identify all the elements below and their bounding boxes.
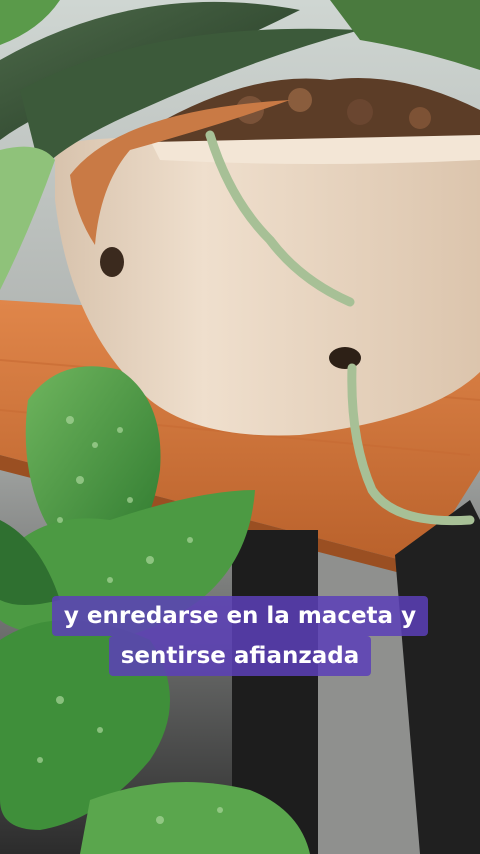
scene-illustration <box>0 0 480 854</box>
caption-line-2: sentirse afianzada <box>108 636 372 676</box>
pot-hole <box>329 347 361 369</box>
pot-hole <box>100 247 124 277</box>
caption-line-1: y enredarse en la maceta y <box>51 596 429 636</box>
photo-scene <box>0 0 480 854</box>
subtitle-caption: y enredarse en la maceta y sentirse afia… <box>0 596 480 676</box>
